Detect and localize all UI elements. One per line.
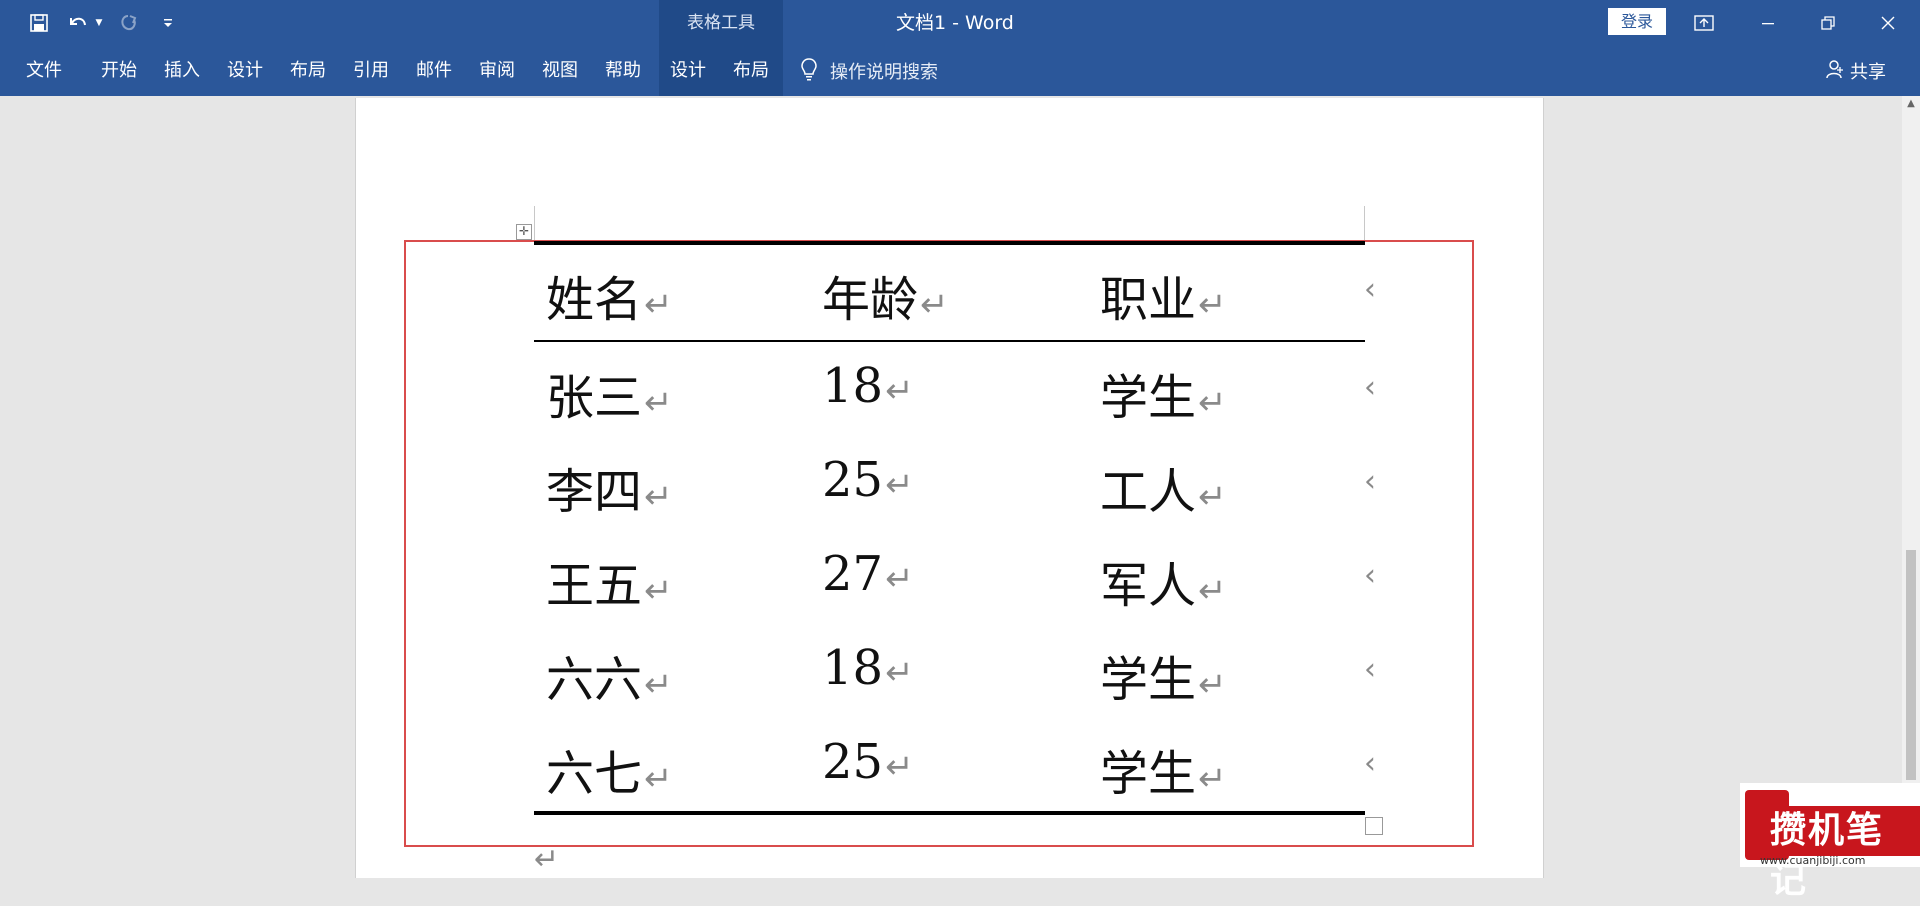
table-cell[interactable]: 六六↵	[546, 640, 673, 710]
tab-home[interactable]: 开始	[101, 46, 137, 96]
tab-review[interactable]: 审阅	[479, 46, 515, 96]
table-cell[interactable]: 25↵	[822, 734, 914, 790]
close-icon[interactable]	[1858, 0, 1918, 46]
row-end-mark: ‹	[1364, 558, 1376, 593]
tab-table-design[interactable]: 设计	[670, 46, 706, 96]
lightbulb-icon	[800, 57, 818, 86]
table-cell[interactable]: 27↵	[822, 546, 914, 602]
redo-icon[interactable]	[114, 8, 142, 38]
watermark-text: 攒机笔记	[1760, 806, 1920, 901]
restore-icon[interactable]	[1798, 0, 1858, 46]
scroll-up-icon[interactable]: ▲	[1904, 98, 1918, 112]
undo-icon[interactable]	[64, 8, 90, 38]
tab-help[interactable]: 帮助	[605, 46, 641, 96]
table-cell[interactable]: 工人↵	[1100, 452, 1227, 522]
person-icon	[1826, 59, 1844, 84]
document-title: 文档1 - Word	[896, 12, 1014, 34]
table-cell[interactable]: 18↵	[822, 358, 914, 414]
table-cell[interactable]: 王五↵	[546, 546, 673, 616]
table-header-border	[534, 340, 1365, 342]
tab-references[interactable]: 引用	[353, 46, 389, 96]
table-cell[interactable]: 学生↵	[1100, 640, 1227, 710]
table-cell[interactable]: 学生↵	[1100, 734, 1227, 804]
table-gridline	[534, 206, 535, 240]
table-resize-handle[interactable]	[1365, 817, 1383, 835]
table-cell[interactable]: 李四↵	[546, 452, 673, 522]
share-label: 共享	[1850, 62, 1886, 83]
row-end-mark: ‹	[1364, 370, 1376, 405]
title-bar: ▼ 表格工具 文档1 - Word 登录	[0, 0, 1920, 96]
tab-mailings[interactable]: 邮件	[416, 46, 452, 96]
tab-design[interactable]: 设计	[227, 46, 263, 96]
tab-view[interactable]: 视图	[542, 46, 578, 96]
table-header-cell[interactable]: 职业↵	[1100, 260, 1227, 330]
tab-layout[interactable]: 布局	[290, 46, 326, 96]
table-cell[interactable]: 18↵	[822, 640, 914, 696]
table-top-border	[534, 241, 1365, 245]
row-end-mark: ‹	[1364, 652, 1376, 687]
table-header-cell[interactable]: 姓名↵	[546, 260, 673, 330]
watermark-url: www.cuanjibiji.com	[1760, 854, 1866, 867]
table-cell[interactable]: 25↵	[822, 452, 914, 508]
tell-me-search[interactable]: 操作说明搜索	[800, 46, 938, 96]
scrollbar-thumb[interactable]	[1906, 550, 1916, 780]
row-end-mark: ‹	[1364, 464, 1376, 499]
tell-me-label: 操作说明搜索	[830, 62, 938, 83]
table-gridline	[1364, 206, 1365, 240]
table-cell[interactable]: 六七↵	[546, 734, 673, 804]
tab-file[interactable]: 文件	[26, 46, 62, 96]
save-icon[interactable]	[24, 8, 54, 38]
ribbon-tab-bar	[0, 46, 1920, 96]
login-button[interactable]: 登录	[1608, 8, 1666, 35]
table-move-handle-icon[interactable]: ✛	[516, 224, 532, 240]
table-cell[interactable]: 学生↵	[1100, 358, 1227, 428]
minimize-icon[interactable]	[1738, 0, 1798, 46]
paragraph-mark: ↵	[534, 842, 560, 877]
table-cell[interactable]: 军人↵	[1100, 546, 1227, 616]
row-end-mark: ‹	[1364, 272, 1376, 307]
share-button[interactable]: 共享	[1826, 46, 1886, 96]
tab-table-layout[interactable]: 布局	[733, 46, 769, 96]
ribbon-display-options-icon[interactable]	[1674, 0, 1734, 46]
row-end-mark: ‹	[1364, 746, 1376, 781]
table-bottom-border	[534, 811, 1365, 815]
tab-insert[interactable]: 插入	[164, 46, 200, 96]
table-header-cell[interactable]: 年龄↵	[822, 260, 949, 330]
contextual-tab-group-label: 表格工具	[687, 13, 755, 33]
undo-dropdown-icon[interactable]: ▼	[92, 8, 106, 38]
table-cell[interactable]: 张三↵	[546, 358, 673, 428]
customize-quick-access-icon[interactable]	[158, 8, 178, 38]
